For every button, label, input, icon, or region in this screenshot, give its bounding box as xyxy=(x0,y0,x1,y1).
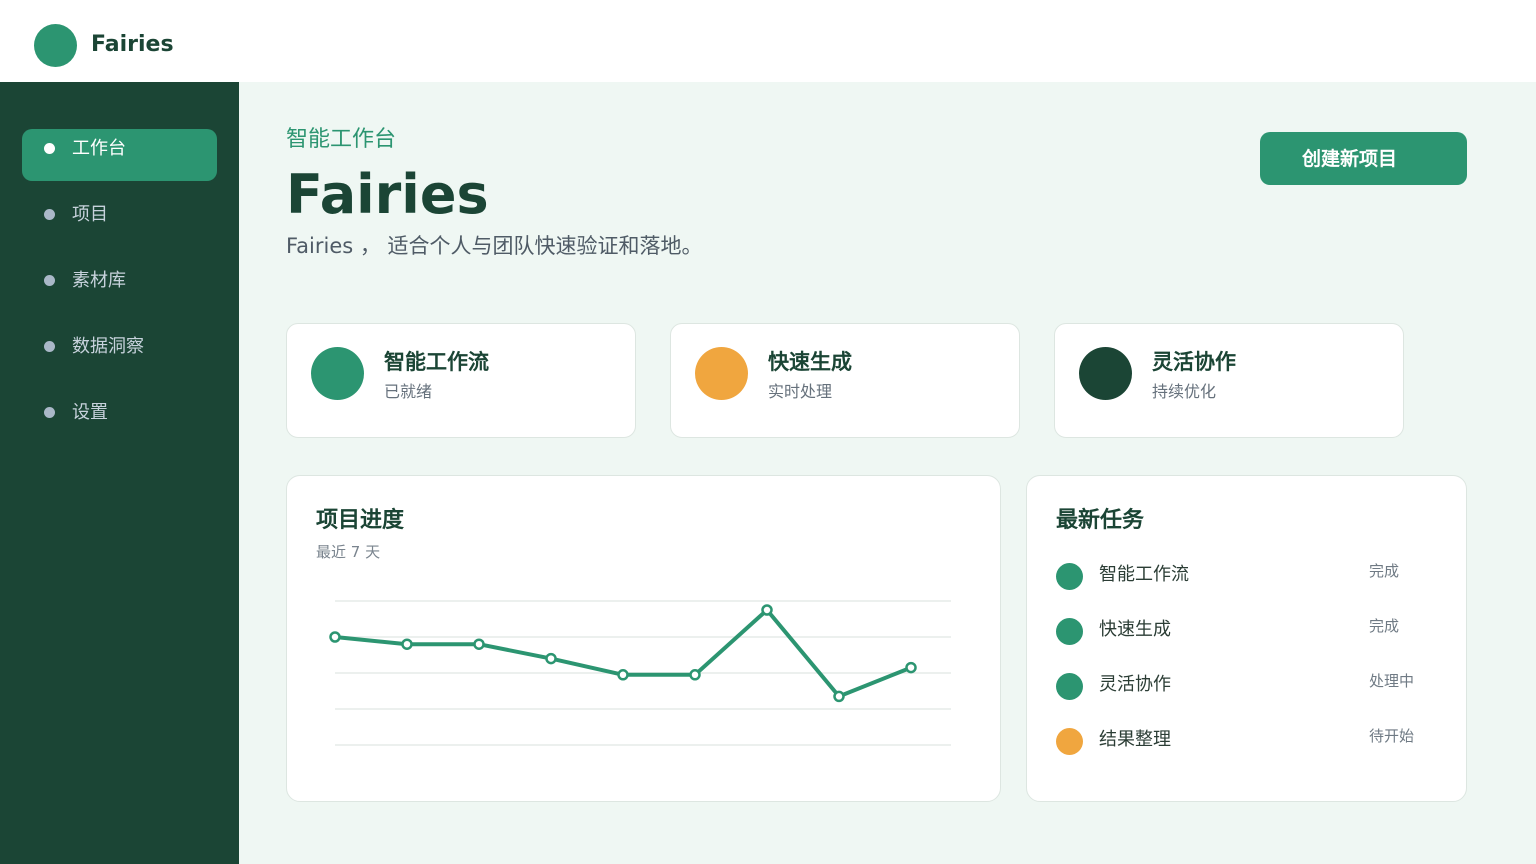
series-line xyxy=(334,608,912,699)
data-point[interactable] xyxy=(761,604,773,616)
status-dot-icon xyxy=(1056,728,1083,755)
status-dot-icon xyxy=(1056,673,1083,700)
sidebar-item-label: 项目 xyxy=(72,204,108,225)
page-subtitle: Fairies ， 适合个人与团队快速验证和落地。 xyxy=(286,234,703,258)
logo-icon xyxy=(34,24,77,67)
data-point[interactable] xyxy=(401,638,413,650)
list-item[interactable]: 智能工作流 完成 xyxy=(1056,561,1436,591)
page-eyebrow: 智能工作台 xyxy=(286,127,397,152)
stat-card-collaboration[interactable]: 灵活协作 持续优化 xyxy=(1054,323,1404,438)
create-project-button[interactable]: 创建新项目 xyxy=(1260,132,1467,185)
data-point[interactable] xyxy=(617,669,629,681)
app-name: Fairies xyxy=(91,32,174,57)
data-point[interactable] xyxy=(833,690,845,703)
tasks-title: 最新任务 xyxy=(1056,508,1145,533)
stat-title: 快速生成 xyxy=(768,350,852,374)
progress-panel: 项目进度 最近 7 天 xyxy=(286,475,1001,802)
sidebar-item-workbench[interactable]: 工作台 xyxy=(22,129,217,181)
stat-card-workflow[interactable]: 智能工作流 已就绪 xyxy=(286,323,636,438)
data-point[interactable] xyxy=(545,652,557,665)
stat-subtitle: 实时处理 xyxy=(768,382,833,401)
sidebar-item-label: 素材库 xyxy=(72,270,126,291)
stat-subtitle: 已就绪 xyxy=(384,382,433,401)
data-point[interactable] xyxy=(689,669,701,681)
status-dot-icon xyxy=(1079,347,1132,400)
sidebar-item-label: 设置 xyxy=(72,402,108,423)
task-status: 待开始 xyxy=(1369,727,1415,745)
list-item[interactable]: 结果整理 待开始 xyxy=(1056,726,1436,756)
status-dot-icon xyxy=(1056,618,1083,645)
progress-line-chart xyxy=(329,600,951,746)
sidebar-item-label: 数据洞察 xyxy=(72,336,144,357)
bullet-icon xyxy=(44,209,55,220)
data-point[interactable] xyxy=(329,631,341,643)
bullet-icon xyxy=(44,407,55,418)
create-project-label: 创建新项目 xyxy=(1302,148,1398,170)
task-name: 智能工作流 xyxy=(1099,564,1189,585)
status-dot-icon xyxy=(1056,563,1083,590)
task-name: 结果整理 xyxy=(1099,729,1171,750)
stat-subtitle: 持续优化 xyxy=(1152,382,1217,401)
list-item[interactable]: 灵活协作 处理中 xyxy=(1056,671,1436,701)
top-bar: Fairies xyxy=(0,0,1536,82)
data-point[interactable] xyxy=(905,661,917,674)
sidebar-item-settings[interactable]: 设置 xyxy=(22,393,217,445)
bullet-icon xyxy=(44,143,55,154)
stat-title: 智能工作流 xyxy=(384,350,489,374)
task-status: 完成 xyxy=(1369,562,1400,580)
task-status: 处理中 xyxy=(1369,672,1415,690)
stat-title: 灵活协作 xyxy=(1152,350,1236,374)
bullet-icon xyxy=(44,275,55,286)
status-dot-icon xyxy=(311,347,364,400)
sidebar-item-insights[interactable]: 数据洞察 xyxy=(22,327,217,379)
sidebar-item-label: 工作台 xyxy=(72,138,126,159)
status-dot-icon xyxy=(695,347,748,400)
page-title: Fairies xyxy=(286,163,489,226)
stat-card-generation[interactable]: 快速生成 实时处理 xyxy=(670,323,1020,438)
tasks-panel: 最新任务 智能工作流 完成 快速生成 完成 灵活协作 处理中 结果整理 待开始 xyxy=(1026,475,1467,802)
data-point[interactable] xyxy=(473,638,485,650)
task-name: 快速生成 xyxy=(1099,619,1171,640)
sidebar: 工作台 项目 素材库 数据洞察 设置 xyxy=(0,82,239,864)
bullet-icon xyxy=(44,341,55,352)
list-item[interactable]: 快速生成 完成 xyxy=(1056,616,1436,646)
sidebar-item-assets[interactable]: 素材库 xyxy=(22,261,217,313)
sidebar-item-projects[interactable]: 项目 xyxy=(22,195,217,247)
task-name: 灵活协作 xyxy=(1099,674,1171,695)
task-status: 完成 xyxy=(1369,617,1400,635)
